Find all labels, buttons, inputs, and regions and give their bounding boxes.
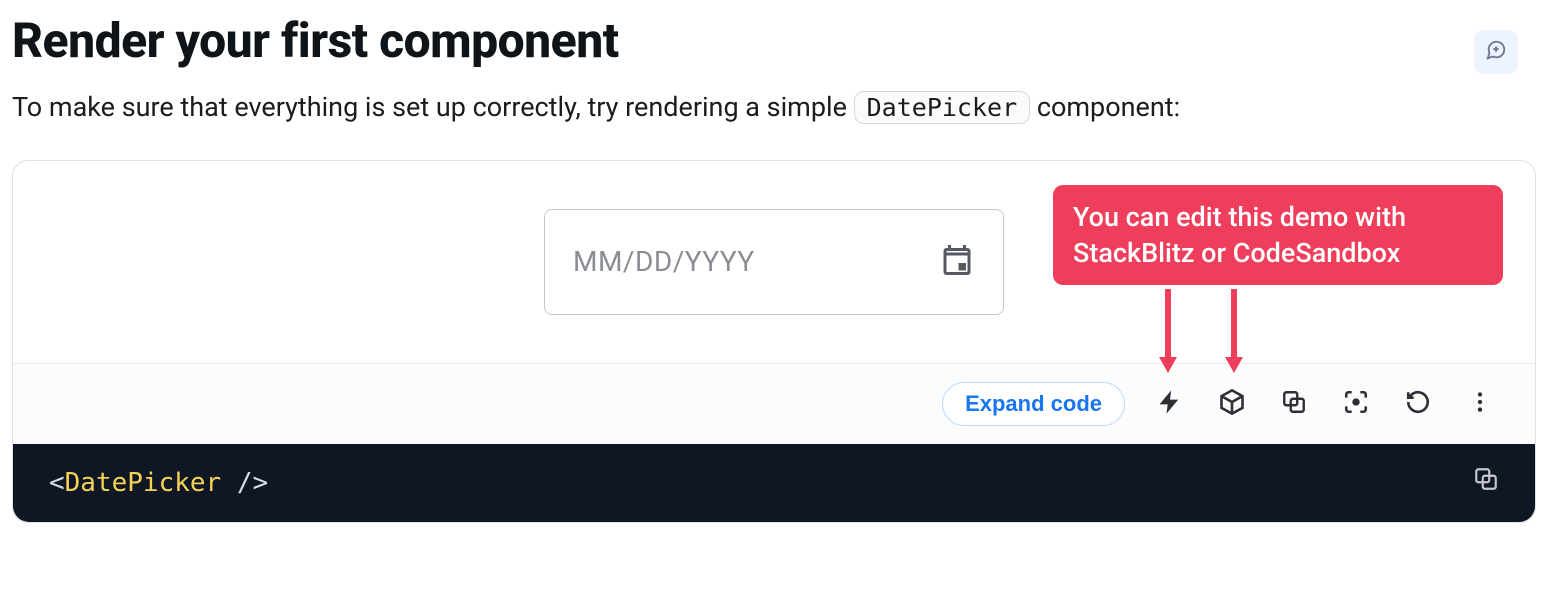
arrow-down-icon — [1157, 289, 1179, 373]
more-vertical-icon — [1467, 389, 1493, 419]
codesandbox-button[interactable] — [1215, 387, 1249, 421]
lightning-icon — [1156, 388, 1184, 420]
section-heading: Render your first component — [12, 12, 1536, 69]
intro-paragraph: To make sure that everything is set up c… — [12, 87, 1536, 128]
inline-code-datepicker: DatePicker — [854, 91, 1031, 124]
fullscreen-button[interactable] — [1339, 387, 1373, 421]
feedback-button[interactable] — [1474, 30, 1518, 74]
arrow-down-icon — [1223, 289, 1245, 373]
demo-preview: MM/DD/YYYY You can edit this demo with S… — [13, 161, 1535, 363]
refresh-icon — [1405, 389, 1431, 419]
cube-icon — [1218, 388, 1246, 420]
date-picker-field[interactable]: MM/DD/YYYY — [544, 209, 1004, 315]
intro-text-before: To make sure that everything is set up c… — [12, 91, 854, 123]
demo-card: MM/DD/YYYY You can edit this demo with S… — [12, 160, 1536, 523]
expand-code-button[interactable]: Expand code — [942, 382, 1125, 426]
reset-button[interactable] — [1401, 387, 1435, 421]
code-token: /> — [221, 468, 268, 498]
copy-icon — [1473, 469, 1499, 499]
calendar-icon[interactable] — [939, 242, 975, 282]
code-block: <DatePicker /> — [13, 444, 1535, 522]
copy-icon — [1281, 389, 1307, 419]
code-token: < — [49, 468, 65, 498]
copy-button[interactable] — [1277, 387, 1311, 421]
tooltip-callout: You can edit this demo with StackBlitz o… — [1053, 185, 1503, 286]
intro-text-after: component: — [1037, 91, 1180, 123]
stackblitz-button[interactable] — [1153, 387, 1187, 421]
demo-toolbar: Expand code — [13, 363, 1535, 444]
code-copy-button[interactable] — [1473, 466, 1499, 499]
fullscreen-focus-icon — [1343, 389, 1369, 419]
more-options-button[interactable] — [1463, 387, 1497, 421]
tooltip-arrows — [1157, 289, 1245, 373]
speech-bubble-plus-icon — [1485, 39, 1507, 65]
code-token-tag: DatePicker — [65, 468, 222, 498]
date-picker-placeholder: MM/DD/YYYY — [573, 245, 755, 278]
code-content: <DatePicker /> — [49, 468, 268, 498]
